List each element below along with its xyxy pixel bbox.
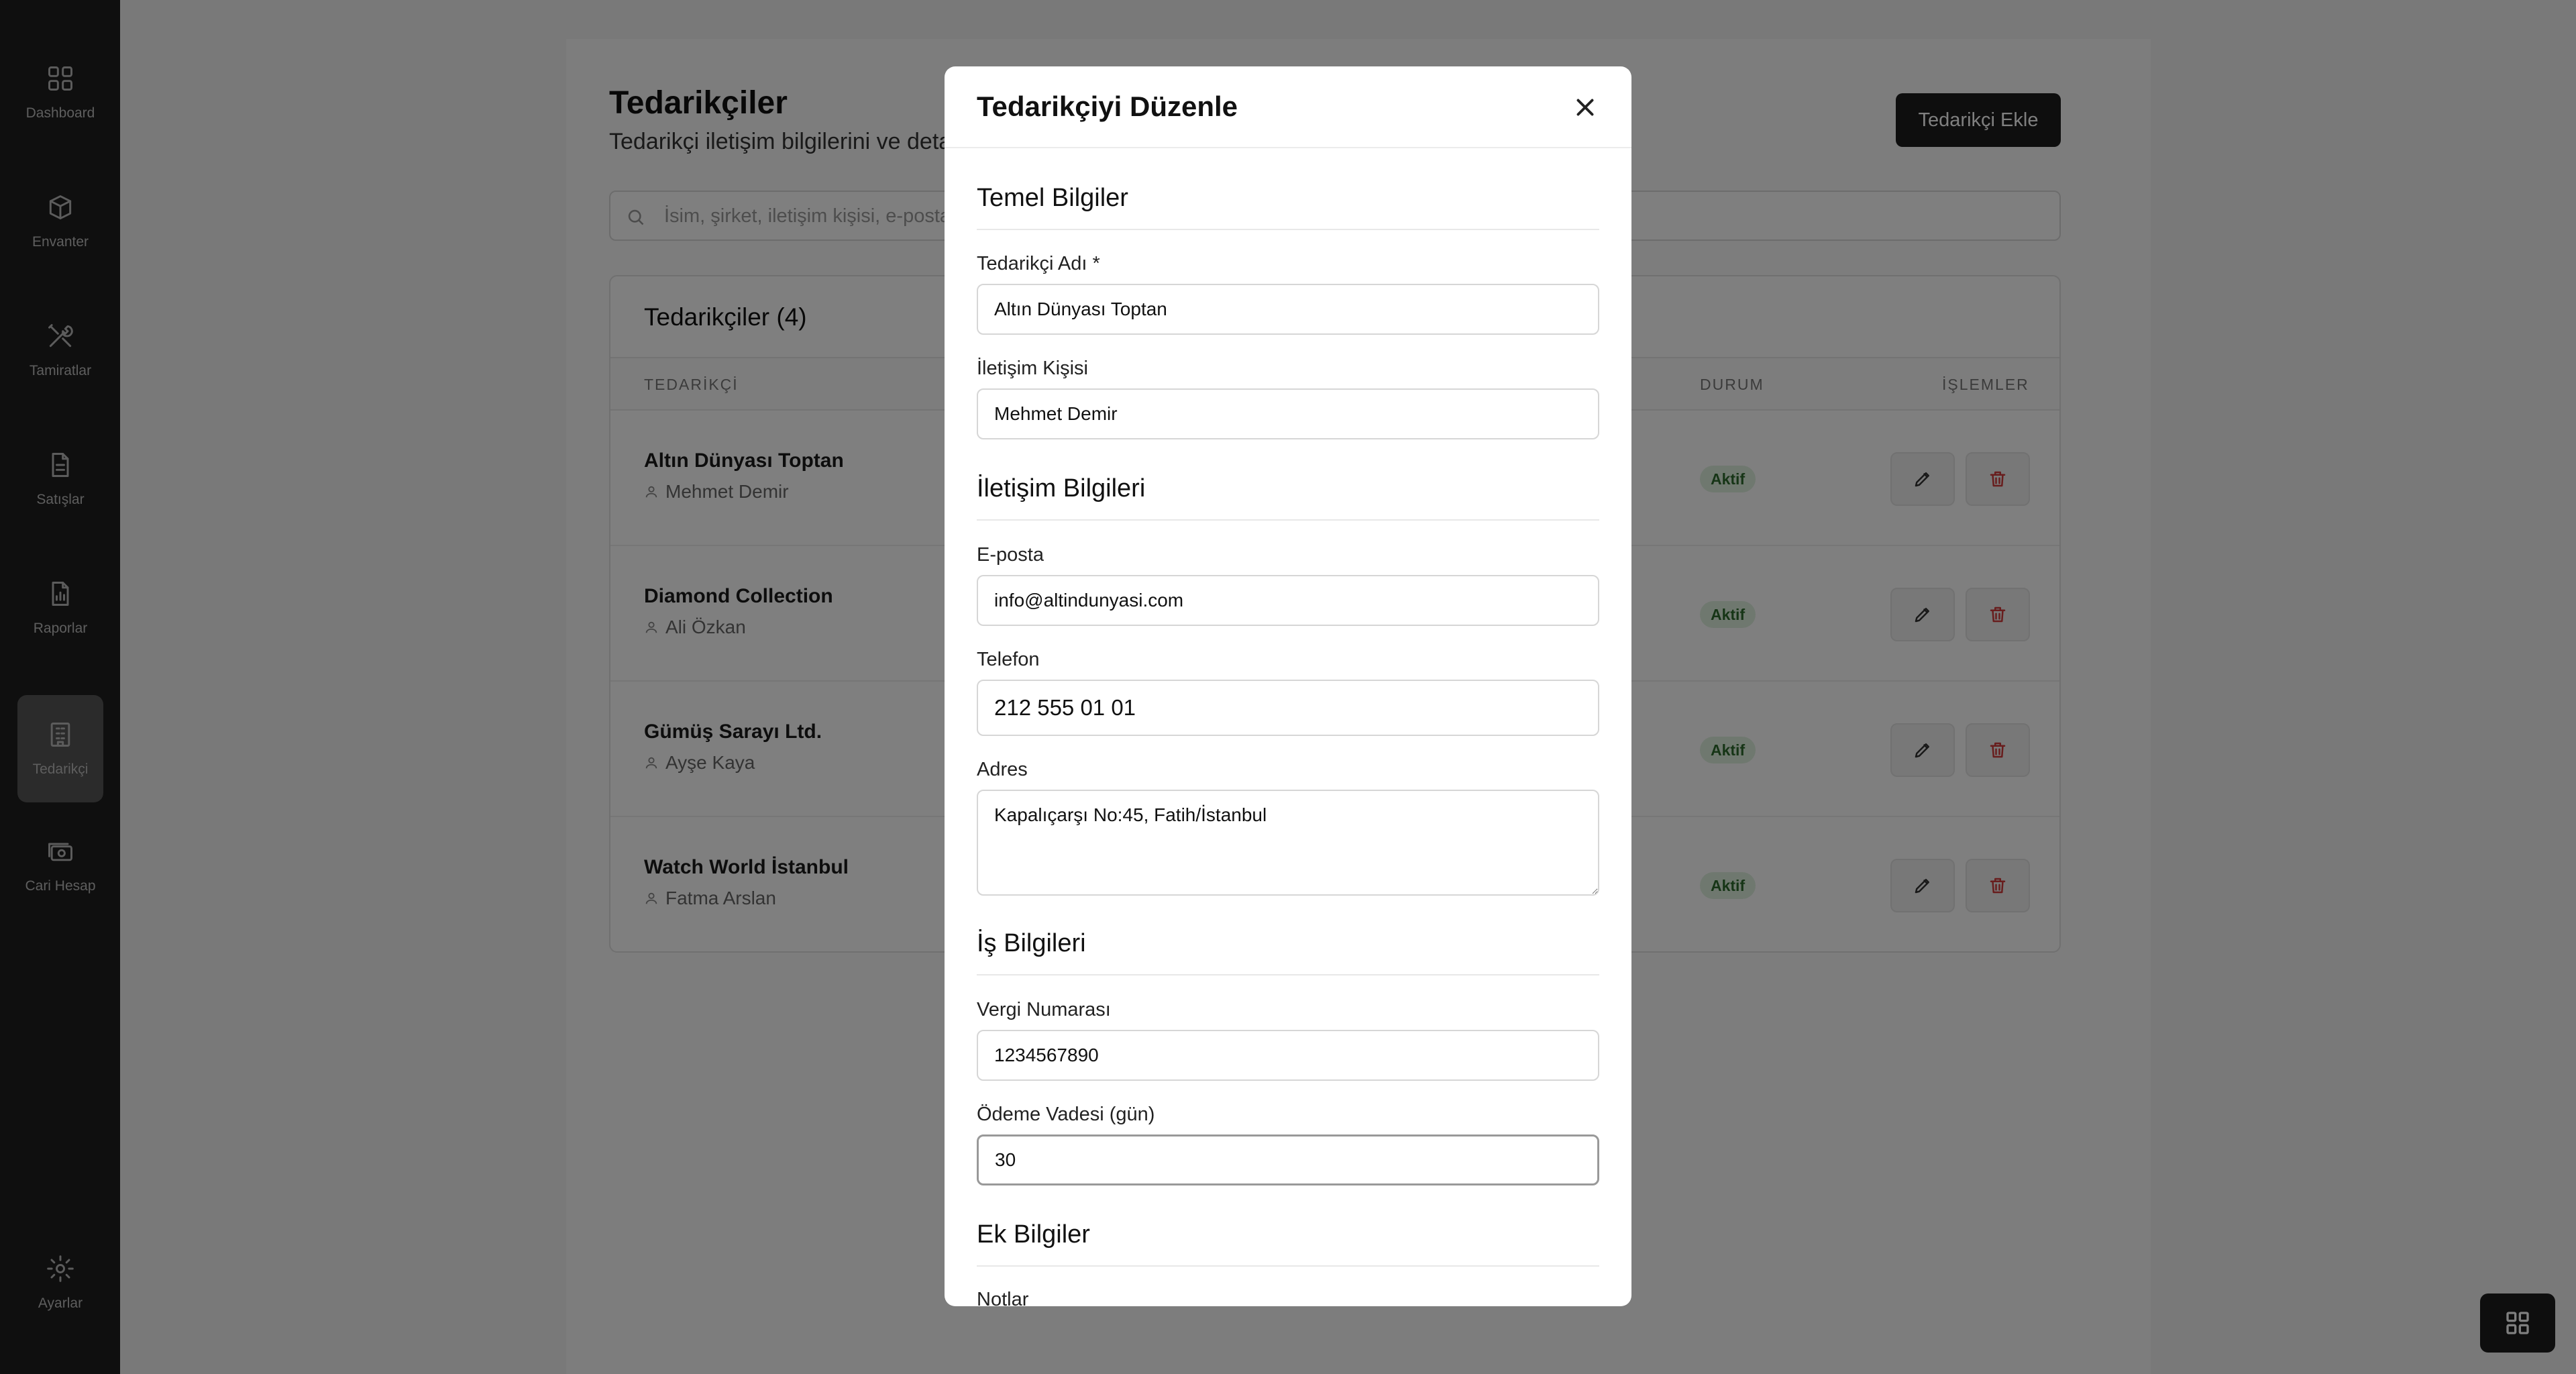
section-contact-info: İletişim Bilgileri <box>977 474 1599 521</box>
modal-title: Tedarikçiyi Düzenle <box>977 91 1238 122</box>
section-business-info: İş Bilgileri <box>977 929 1599 975</box>
payment-term-field[interactable] <box>977 1134 1599 1185</box>
contact-person-field[interactable] <box>977 388 1599 439</box>
email-label: E-posta <box>977 544 1044 566</box>
notes-label: Notlar <box>977 1289 1029 1306</box>
phone-label: Telefon <box>977 649 1040 670</box>
close-button[interactable] <box>1568 91 1602 124</box>
supplier-name-field[interactable] <box>977 284 1599 335</box>
address-label: Adres <box>977 759 1028 780</box>
modal-header: Tedarikçiyi Düzenle <box>945 66 1631 148</box>
supplier-name-label: Tedarikçi Adı * <box>977 253 1100 274</box>
section-extra-info: Ek Bilgiler <box>977 1220 1599 1267</box>
edit-supplier-modal: Tedarikçiyi Düzenle Temel Bilgiler Tedar… <box>945 66 1631 1306</box>
payment-term-label: Ödeme Vadesi (gün) <box>977 1104 1155 1125</box>
tax-number-field[interactable] <box>977 1030 1599 1081</box>
phone-field[interactable] <box>977 680 1599 736</box>
tax-number-label: Vergi Numarası <box>977 999 1111 1020</box>
contact-person-label: İletişim Kişisi <box>977 358 1088 379</box>
section-basic-info: Temel Bilgiler <box>977 184 1599 230</box>
address-field[interactable]: Kapalıçarşı No:45, Fatih/İstanbul <box>977 790 1599 896</box>
email-field[interactable] <box>977 575 1599 626</box>
close-icon <box>1576 99 1594 116</box>
